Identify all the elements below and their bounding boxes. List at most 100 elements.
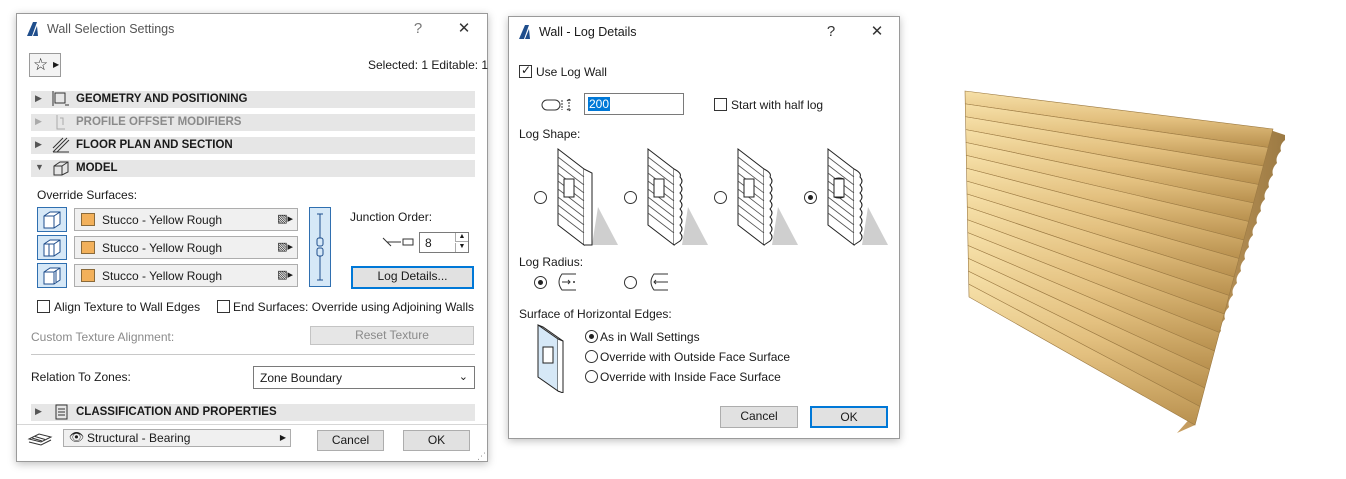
log-radius-radio-1[interactable] <box>534 276 547 289</box>
surface-catalog-icon: ▧▸ <box>277 241 293 253</box>
surface-picker-edge[interactable]: Stucco - Yellow Rough ▧▸ <box>74 236 298 259</box>
layer-select[interactable]: 👁 Structural - Bearing ▶ <box>63 429 291 447</box>
section-model[interactable]: ▼ MODEL <box>31 160 475 177</box>
section-classification-label: CLASSIFICATION AND PROPERTIES <box>76 406 277 418</box>
horizontal-edges-icon <box>536 323 566 396</box>
log-height-icon <box>541 97 575 116</box>
surface-catalog-icon: ▧▸ <box>277 213 293 225</box>
stepper-down-icon[interactable]: ▼ <box>455 243 468 252</box>
cancel-button[interactable]: Cancel <box>720 406 798 428</box>
start-half-log-label: Start with half log <box>731 98 824 112</box>
favorites-button[interactable]: ☆ ▶ <box>29 53 61 77</box>
surface-option-radio-2[interactable] <box>585 350 598 363</box>
junction-order-label: Junction Order: <box>350 210 433 224</box>
cancel-button[interactable]: Cancel <box>317 430 384 451</box>
override-surfaces-label: Override Surfaces: <box>37 188 138 202</box>
relation-zones-value: Zone Boundary <box>260 371 343 385</box>
divider <box>17 424 487 425</box>
stepper-up-icon[interactable]: ▲ <box>455 233 468 242</box>
end-surfaces-label: End Surfaces: Override using Adjoining W… <box>233 300 475 314</box>
edge-face-button[interactable] <box>37 235 67 260</box>
section-profile-label: PROFILE OFFSET MODIFIERS <box>76 116 242 128</box>
section-model-label: MODEL <box>76 162 118 174</box>
relation-zones-label: Relation To Zones: <box>31 370 131 384</box>
outside-face-icon <box>43 211 61 229</box>
log-shape-square-icon <box>554 147 620 250</box>
surface-name: Stucco - Yellow Rough <box>102 241 223 255</box>
surface-option-radio-3[interactable] <box>585 370 598 383</box>
log-shape-flat-rounded-icon <box>644 147 710 250</box>
triangle-right-icon: ▶ <box>279 433 286 442</box>
link-surfaces-button[interactable] <box>309 207 331 287</box>
surface-picker-inside[interactable]: Stucco - Yellow Rough ▧▸ <box>74 264 298 287</box>
log-shape-radio-1[interactable] <box>534 191 547 204</box>
end-surfaces-checkbox[interactable] <box>217 300 230 313</box>
surface-edges-label: Surface of Horizontal Edges: <box>519 307 672 321</box>
geometry-icon <box>51 90 71 108</box>
log-details-button[interactable]: Log Details... <box>351 266 474 289</box>
log-height-value: 200 <box>588 97 611 111</box>
help-button[interactable]: ? <box>405 18 431 40</box>
archicad-logo-icon <box>517 24 531 43</box>
help-button[interactable]: ? <box>818 21 844 43</box>
section-floor-plan[interactable]: ▶ FLOOR PLAN AND SECTION <box>31 137 475 154</box>
reset-texture-button[interactable]: Reset Texture <box>310 326 474 345</box>
title-bar[interactable]: Wall Selection Settings ? ✕ <box>17 14 487 44</box>
log-shape-radio-4[interactable] <box>804 191 817 204</box>
outside-face-button[interactable] <box>37 207 67 232</box>
classification-icon <box>51 403 71 421</box>
wall-selection-settings-dialog: Wall Selection Settings ? ✕ ☆ ▶ Selected… <box>16 13 488 462</box>
chevron-down-icon: ⌄ <box>458 371 468 383</box>
surface-option-radio-1[interactable] <box>585 330 598 343</box>
surface-picker-outside[interactable]: Stucco - Yellow Rough ▧▸ <box>74 208 298 231</box>
surface-swatch <box>81 241 95 254</box>
inside-face-button[interactable] <box>37 263 67 288</box>
ok-button[interactable]: OK <box>810 406 888 428</box>
profile-icon <box>51 113 71 131</box>
resize-grip-icon[interactable]: ⋰ <box>477 451 486 462</box>
use-log-wall-label: Use Log Wall <box>536 65 607 79</box>
surface-option-label-3: Override with Inside Face Surface <box>600 370 781 384</box>
layer-icon <box>27 431 53 450</box>
archicad-logo-icon <box>25 21 39 40</box>
surface-name: Stucco - Yellow Rough <box>102 269 223 283</box>
chevron-right-icon: ▶ <box>35 116 42 126</box>
surface-catalog-icon: ▧▸ <box>277 269 293 281</box>
use-log-wall-checkbox[interactable] <box>519 63 532 78</box>
log-wall-3d-preview <box>964 90 1285 433</box>
close-button[interactable]: ✕ <box>864 21 890 43</box>
dialog-title: Wall - Log Details <box>539 25 637 39</box>
log-shape-round-icon <box>824 147 890 250</box>
section-floor-plan-label: FLOOR PLAN AND SECTION <box>76 139 233 151</box>
ok-button[interactable]: OK <box>403 430 470 451</box>
surface-swatch <box>81 213 95 226</box>
title-bar[interactable]: Wall - Log Details ? ✕ <box>509 17 899 47</box>
start-half-log-checkbox[interactable] <box>714 98 727 111</box>
dialog-title: Wall Selection Settings <box>47 22 175 36</box>
log-height-input[interactable]: 200 <box>584 93 684 115</box>
log-radius-edge-icon <box>646 273 670 294</box>
selected-info: Selected: 1 Editable: 1 <box>368 58 489 72</box>
chevron-right-icon: ▶ <box>35 93 42 103</box>
surface-option-label-1: As in Wall Settings <box>600 330 700 344</box>
align-texture-label: Align Texture to Wall Edges <box>54 300 201 314</box>
star-icon: ☆ <box>33 55 49 74</box>
chevron-right-icon: ▶ <box>35 406 42 416</box>
section-profile-offset[interactable]: ▶ PROFILE OFFSET MODIFIERS <box>31 114 475 131</box>
chain-link-icon <box>316 213 324 281</box>
layer-value: Structural - Bearing <box>87 431 191 445</box>
log-radius-radio-2[interactable] <box>624 276 637 289</box>
align-texture-checkbox[interactable] <box>37 300 50 313</box>
log-details-dialog: Wall - Log Details ? ✕ Use Log Wall 200 … <box>508 16 900 439</box>
model-icon <box>51 159 71 177</box>
log-shape-radio-2[interactable] <box>624 191 637 204</box>
relation-zones-select[interactable]: Zone Boundary ⌄ <box>253 366 475 389</box>
junction-order-input[interactable]: 8 ▲ ▼ <box>419 232 469 253</box>
close-button[interactable]: ✕ <box>451 18 477 40</box>
log-shape-radio-3[interactable] <box>714 191 727 204</box>
log-radius-center-icon <box>554 273 578 294</box>
log-shape-label: Log Shape: <box>519 127 581 141</box>
surface-swatch <box>81 269 95 282</box>
section-geometry[interactable]: ▶ GEOMETRY AND POSITIONING <box>31 91 475 108</box>
section-classification[interactable]: ▶ CLASSIFICATION AND PROPERTIES <box>31 404 475 421</box>
